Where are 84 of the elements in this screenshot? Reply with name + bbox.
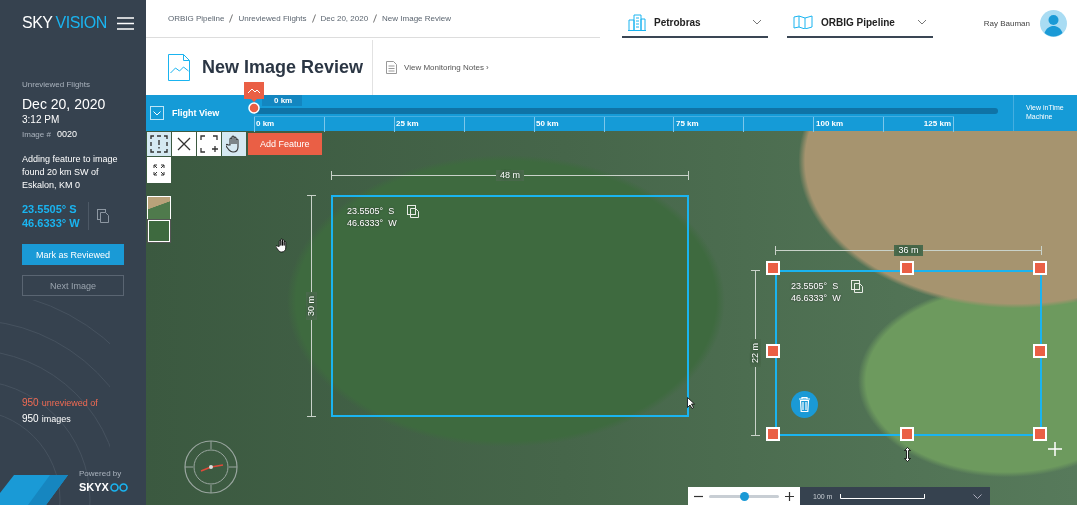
- distance-tick-label: 25 km: [396, 118, 419, 129]
- image-icon: [168, 54, 190, 81]
- dimension-label: 36 m: [894, 245, 923, 256]
- zoom-slider[interactable]: [709, 494, 779, 498]
- add-frame-icon: [200, 135, 218, 153]
- breadcrumb-link[interactable]: Dec 20, 2020: [320, 14, 369, 23]
- distance-tick-label: 0 km: [256, 118, 275, 129]
- resize-handle[interactable]: [1033, 427, 1047, 441]
- resize-handle[interactable]: [899, 261, 914, 275]
- chevron-down-icon[interactable]: [973, 493, 982, 499]
- compass-drawing: [183, 439, 239, 495]
- monitoring-notes-link[interactable]: View Monitoring Notes ›: [404, 63, 489, 72]
- page-title: New Image Review: [202, 57, 365, 78]
- unreviewed-label: unreviewed of: [41, 398, 98, 408]
- total-count: 950: [22, 413, 39, 424]
- chevron-down-icon: [153, 110, 161, 116]
- flight-view-label: Flight View: [172, 108, 220, 118]
- resize-handle[interactable]: [1033, 261, 1047, 275]
- distance-tick-label: 125 km: [923, 118, 951, 129]
- dimension-label: 22 m: [750, 339, 761, 367]
- buildings-icon: [628, 13, 646, 31]
- resize-handle[interactable]: [766, 427, 780, 441]
- position-label: 0 km: [262, 95, 303, 106]
- zoom-in-icon[interactable]: [785, 491, 794, 501]
- image-number-label: Image #: [22, 130, 51, 139]
- position-marker[interactable]: [244, 82, 264, 114]
- section-label: Unreviewed Flights: [22, 80, 92, 89]
- image-number: 0020: [56, 129, 77, 139]
- flight-time: 3:12 PM: [22, 114, 61, 125]
- dimension-label: 48 m: [496, 170, 524, 181]
- breadcrumb-link[interactable]: Unreviewed Flights: [238, 14, 307, 23]
- feature-description: Adding feature to image found 20 km SW of Eskalon, KM 0: [22, 153, 119, 192]
- infinity-icon: [109, 482, 128, 492]
- select-area-icon: [150, 135, 168, 153]
- tool-button[interactable]: [172, 132, 196, 156]
- distance-tick-label: 75 km: [676, 118, 699, 129]
- company-dropdown[interactable]: Petrobras: [622, 8, 768, 38]
- menu-icon[interactable]: [117, 16, 134, 30]
- dimension-label: 30 m: [306, 292, 317, 320]
- hand-icon: [226, 135, 242, 153]
- tool-button[interactable]: [222, 132, 246, 156]
- total-label: images: [41, 414, 71, 424]
- avatar-icon[interactable]: [1040, 9, 1067, 37]
- separator-icon: [373, 14, 378, 23]
- flight-date: Dec 20, 2020: [22, 96, 107, 112]
- crosshair-cursor-icon: [1048, 442, 1062, 456]
- chevron-down-icon: [752, 19, 762, 25]
- logo-text: VISION: [55, 14, 107, 31]
- powered-by-label: Powered by: [79, 469, 122, 478]
- close-icon: [177, 137, 191, 151]
- copy-icon[interactable]: [96, 209, 109, 223]
- resize-handle[interactable]: [766, 261, 780, 275]
- separator-icon: [229, 14, 234, 23]
- coordinates-text: 23.5505° S 46.6333° W: [22, 202, 89, 230]
- expand-icon: [153, 164, 165, 176]
- resize-handle[interactable]: [1033, 344, 1047, 358]
- pointer-cursor-icon: [687, 397, 695, 409]
- resize-cursor-icon: [904, 447, 911, 462]
- coordinates-text: 23.5505° S 46.6333° W: [791, 280, 841, 304]
- pipeline-dropdown[interactable]: ORBIG Pipeline: [787, 8, 933, 38]
- copy-icon[interactable]: [406, 205, 419, 218]
- image-thumbnail[interactable]: [148, 197, 170, 219]
- user-name: Ray Bauman: [983, 18, 1030, 28]
- brand-text: SKYX: [79, 481, 109, 493]
- collapse-toggle[interactable]: [150, 106, 164, 120]
- image-thumbnail[interactable]: [148, 220, 170, 242]
- stripe-drawing: [0, 475, 68, 505]
- resize-handle[interactable]: [899, 427, 914, 441]
- copy-icon[interactable]: [850, 280, 863, 293]
- hand-cursor-icon: [276, 238, 289, 253]
- resize-handle[interactable]: [766, 344, 780, 358]
- separator-icon: [311, 14, 316, 23]
- distance-tick-label: 100 km: [816, 118, 844, 129]
- distance-tick-label: 50 km: [536, 118, 559, 129]
- chevron-down-icon: [917, 19, 927, 25]
- logo-text: SKY: [22, 14, 53, 31]
- coordinates-text: 23.5505° S 46.6333° W: [347, 205, 397, 229]
- tool-button[interactable]: [197, 132, 221, 156]
- document-icon: [386, 61, 397, 74]
- delete-button[interactable]: [791, 391, 818, 418]
- unreviewed-count: 950: [22, 397, 39, 408]
- slider-thumb[interactable]: [739, 491, 749, 501]
- breadcrumb-link[interactable]: ORBIG Pipeline: [168, 14, 225, 23]
- map-icon: [793, 15, 813, 29]
